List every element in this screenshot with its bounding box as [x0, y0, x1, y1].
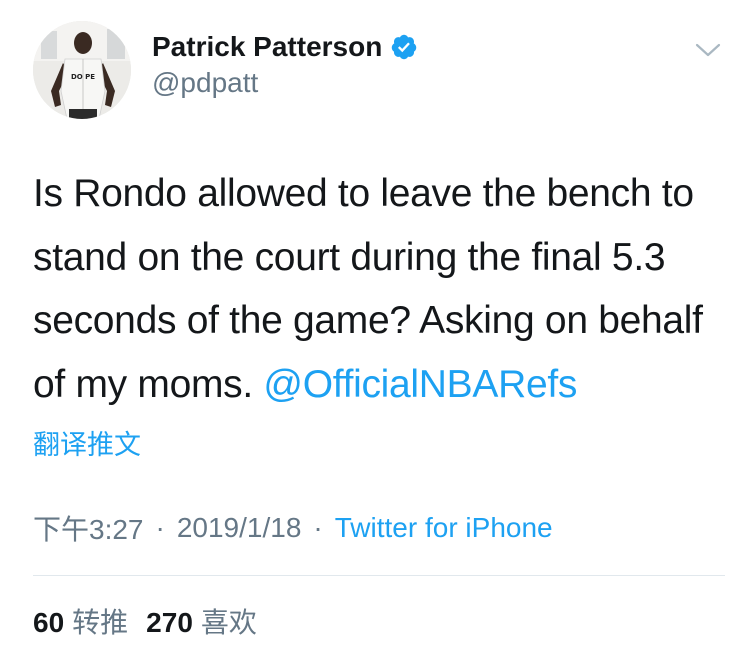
tweet-time: 下午3:27	[33, 514, 144, 545]
tweet-stats: 60 转推 270 喜欢	[33, 601, 257, 641]
mention-link[interactable]: @OfficialNBARefs	[263, 363, 577, 406]
tweet-meta: 下午3:27 · 2019/1/18 · Twitter for iPhone	[33, 508, 553, 548]
display-name[interactable]: Patrick Patterson	[152, 31, 382, 63]
retweets-count: 60	[33, 607, 65, 638]
avatar[interactable]: DO PE	[33, 21, 131, 119]
divider	[33, 575, 725, 576]
avatar-photo: DO PE	[33, 21, 131, 119]
likes-stat[interactable]: 270 喜欢	[146, 601, 257, 641]
tweet-card: DO PE Patrick Patterson @pdpatt Is Rondo…	[0, 0, 750, 656]
retweets-label: 转推	[72, 607, 129, 638]
verified-badge-icon	[390, 33, 418, 61]
author-name-row: Patrick Patterson	[152, 30, 418, 64]
author-handle[interactable]: @pdpatt	[152, 67, 258, 99]
meta-separator: ·	[313, 512, 323, 543]
retweets-stat[interactable]: 60 转推	[33, 601, 128, 641]
translate-link[interactable]: 翻译推文	[33, 423, 141, 462]
tweet-date: 2019/1/18	[176, 512, 302, 543]
chevron-down-icon[interactable]	[693, 38, 723, 62]
likes-label: 喜欢	[200, 607, 257, 638]
avatar-shirt-text: DO PE	[71, 73, 95, 81]
meta-separator: ·	[155, 512, 165, 543]
tweet-source-link[interactable]: Twitter for iPhone	[335, 512, 553, 544]
tweet-text: Is Rondo allowed to leave the bench to s…	[33, 162, 733, 416]
likes-count: 270	[146, 607, 193, 638]
